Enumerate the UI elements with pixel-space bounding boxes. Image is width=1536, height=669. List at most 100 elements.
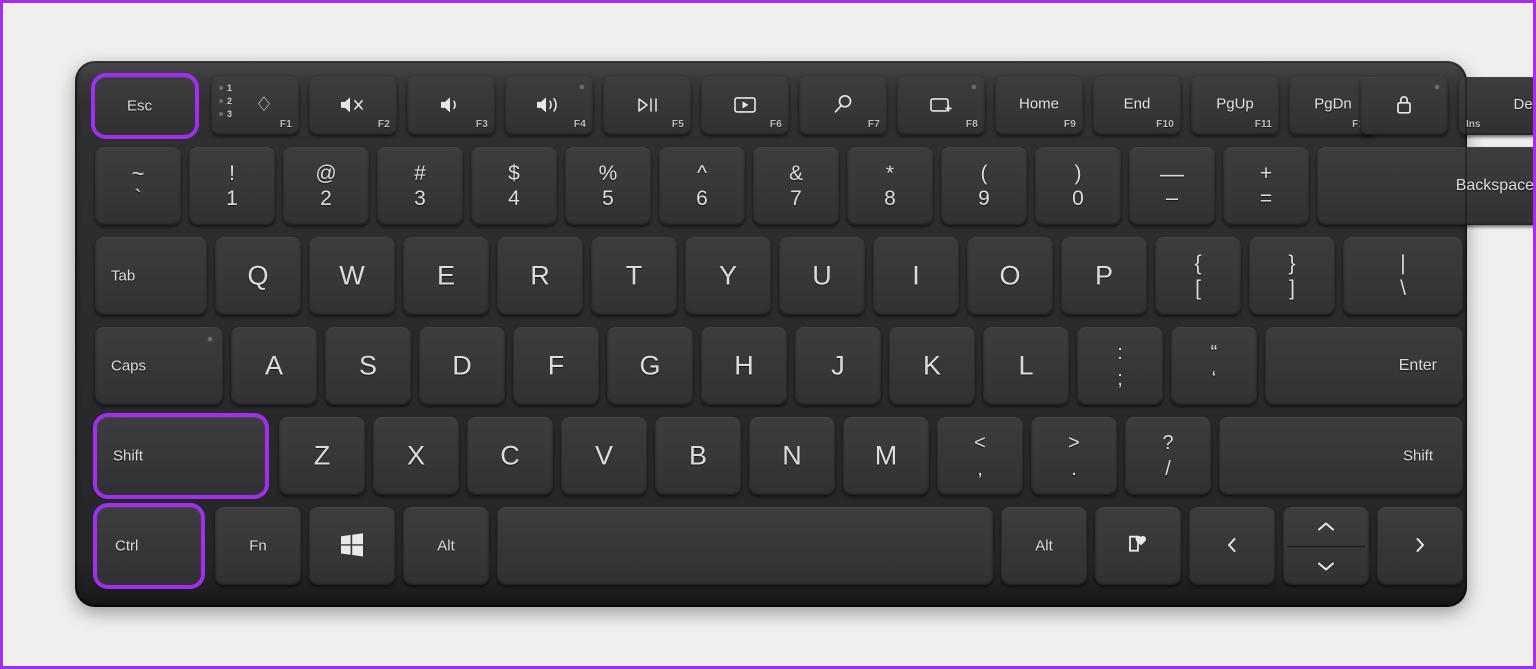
key-tab[interactable]: Tab <box>95 237 207 315</box>
key-f10-end[interactable]: End F10 <box>1093 77 1181 135</box>
key-slash-upper: ? <box>1162 432 1174 454</box>
key-quote[interactable]: “ ‘ <box>1171 327 1257 405</box>
key-left-alt[interactable]: Alt <box>403 507 489 585</box>
key-v-label: V <box>594 440 613 471</box>
keyboard-device: Esc 1 2 3 ♢ F1 F2 F3 F4 F5 F6 F7 F8 Home… <box>75 61 1533 607</box>
key-f[interactable]: F <box>513 327 599 405</box>
key-backspace[interactable]: Backspace <box>1317 147 1533 225</box>
key-j[interactable]: J <box>795 327 881 405</box>
key-q[interactable]: Q <box>215 237 301 315</box>
key-g[interactable]: G <box>607 327 693 405</box>
key-v[interactable]: V <box>561 417 647 495</box>
key-caps-lock[interactable]: Caps <box>95 327 223 405</box>
key-3[interactable]: # 3 <box>377 147 463 225</box>
key-o-label: O <box>999 260 1021 291</box>
key-h[interactable]: H <box>701 327 787 405</box>
key-f9-label: Home <box>1018 95 1059 113</box>
key-y[interactable]: Y <box>685 237 771 315</box>
key-r[interactable]: R <box>497 237 583 315</box>
key-f11-pgup[interactable]: PgUp F11 <box>1191 77 1279 135</box>
key-f8-project-screen[interactable]: F8 <box>897 77 985 135</box>
key-emoji[interactable] <box>1095 507 1181 585</box>
key-semicolon[interactable]: : ; <box>1077 327 1163 405</box>
key-e[interactable]: E <box>403 237 489 315</box>
key-m[interactable]: M <box>843 417 929 495</box>
key-a[interactable]: A <box>231 327 317 405</box>
key-x[interactable]: X <box>373 417 459 495</box>
key-p[interactable]: P <box>1061 237 1147 315</box>
key-right-shift[interactable]: Shift <box>1219 417 1463 495</box>
key-f11-label: PgUp <box>1216 95 1254 113</box>
key-4[interactable]: $ 4 <box>471 147 557 225</box>
key-comma[interactable]: < , <box>937 417 1023 495</box>
key-d[interactable]: D <box>419 327 505 405</box>
key-p-label: P <box>1094 260 1113 291</box>
key-i[interactable]: I <box>873 237 959 315</box>
key-8[interactable]: * 8 <box>847 147 933 225</box>
key-arrow-up-down[interactable] <box>1283 507 1369 585</box>
pair-number-1: 1 <box>227 83 233 93</box>
arrow-up-icon[interactable] <box>1283 507 1369 546</box>
key-2-lower: 2 <box>320 187 332 210</box>
key-6[interactable]: ^ 6 <box>659 147 745 225</box>
key-f6-screenshot[interactable]: F6 <box>701 77 789 135</box>
key-f9-home[interactable]: Home F9 <box>995 77 1083 135</box>
volume-down-icon <box>407 94 495 116</box>
key-1[interactable]: ! 1 <box>189 147 275 225</box>
key-enter[interactable]: Enter <box>1265 327 1463 405</box>
pair-number-2: 2 <box>227 96 233 106</box>
key-n[interactable]: N <box>749 417 835 495</box>
key-equals[interactable]: + = <box>1223 147 1309 225</box>
key-esc-label: Esc <box>127 97 153 115</box>
arrow-down-icon[interactable] <box>1283 546 1369 585</box>
key-7[interactable]: & 7 <box>753 147 839 225</box>
key-right-alt[interactable]: Alt <box>1001 507 1087 585</box>
key-k[interactable]: K <box>889 327 975 405</box>
key-del-ins[interactable]: Ins Del <box>1458 77 1533 135</box>
key-u[interactable]: U <box>779 237 865 315</box>
key-9[interactable]: ( 9 <box>941 147 1027 225</box>
key-m-label: M <box>874 440 898 471</box>
key-backslash[interactable]: | \ <box>1343 237 1463 315</box>
key-c[interactable]: C <box>467 417 553 495</box>
key-arrow-left[interactable] <box>1189 507 1275 585</box>
key-z[interactable]: Z <box>279 417 365 495</box>
key-5[interactable]: % 5 <box>565 147 651 225</box>
key-f3-volume-down[interactable]: F3 <box>407 77 495 135</box>
key-s[interactable]: S <box>325 327 411 405</box>
key-b[interactable]: B <box>655 417 741 495</box>
key-backtick[interactable]: ~ ` <box>95 147 181 225</box>
arrow-up-down-group <box>1283 507 1369 585</box>
key-fn-label: Fn <box>249 537 267 555</box>
key-minus[interactable]: — – <box>1129 147 1215 225</box>
key-f4-volume-up[interactable]: F4 <box>505 77 593 135</box>
key-o[interactable]: O <box>967 237 1053 315</box>
key-t[interactable]: T <box>591 237 677 315</box>
key-f7-fn-label: F7 <box>867 119 880 130</box>
key-f5-play-pause[interactable]: F5 <box>603 77 691 135</box>
key-f1-bluetooth[interactable]: 1 2 3 ♢ F1 <box>211 77 299 135</box>
key-l[interactable]: L <box>983 327 1069 405</box>
key-w[interactable]: W <box>309 237 395 315</box>
key-f1-fn-label: F1 <box>279 119 292 130</box>
key-left-alt-label: Alt <box>437 537 455 555</box>
lock-icon <box>1360 93 1448 117</box>
key-x-label: X <box>406 440 425 471</box>
key-space[interactable] <box>497 507 993 585</box>
key-slash[interactable]: ? / <box>1125 417 1211 495</box>
key-windows[interactable] <box>309 507 395 585</box>
key-fn[interactable]: Fn <box>215 507 301 585</box>
key-right-bracket[interactable]: } ] <box>1249 237 1335 315</box>
key-left-shift[interactable]: Shift <box>97 417 265 495</box>
key-esc[interactable]: Esc <box>95 77 195 135</box>
key-0[interactable]: ) 0 <box>1035 147 1121 225</box>
key-left-bracket[interactable]: { [ <box>1155 237 1241 315</box>
key-f2-volume-mute[interactable]: F2 <box>309 77 397 135</box>
key-ctrl[interactable]: Ctrl <box>97 507 201 585</box>
key-arrow-right[interactable] <box>1377 507 1463 585</box>
key-lock-main[interactable] <box>1360 77 1448 135</box>
key-f7-search[interactable]: F7 <box>799 77 887 135</box>
key-2[interactable]: @ 2 <box>283 147 369 225</box>
key-period[interactable]: > . <box>1031 417 1117 495</box>
volume-up-icon <box>505 94 593 116</box>
